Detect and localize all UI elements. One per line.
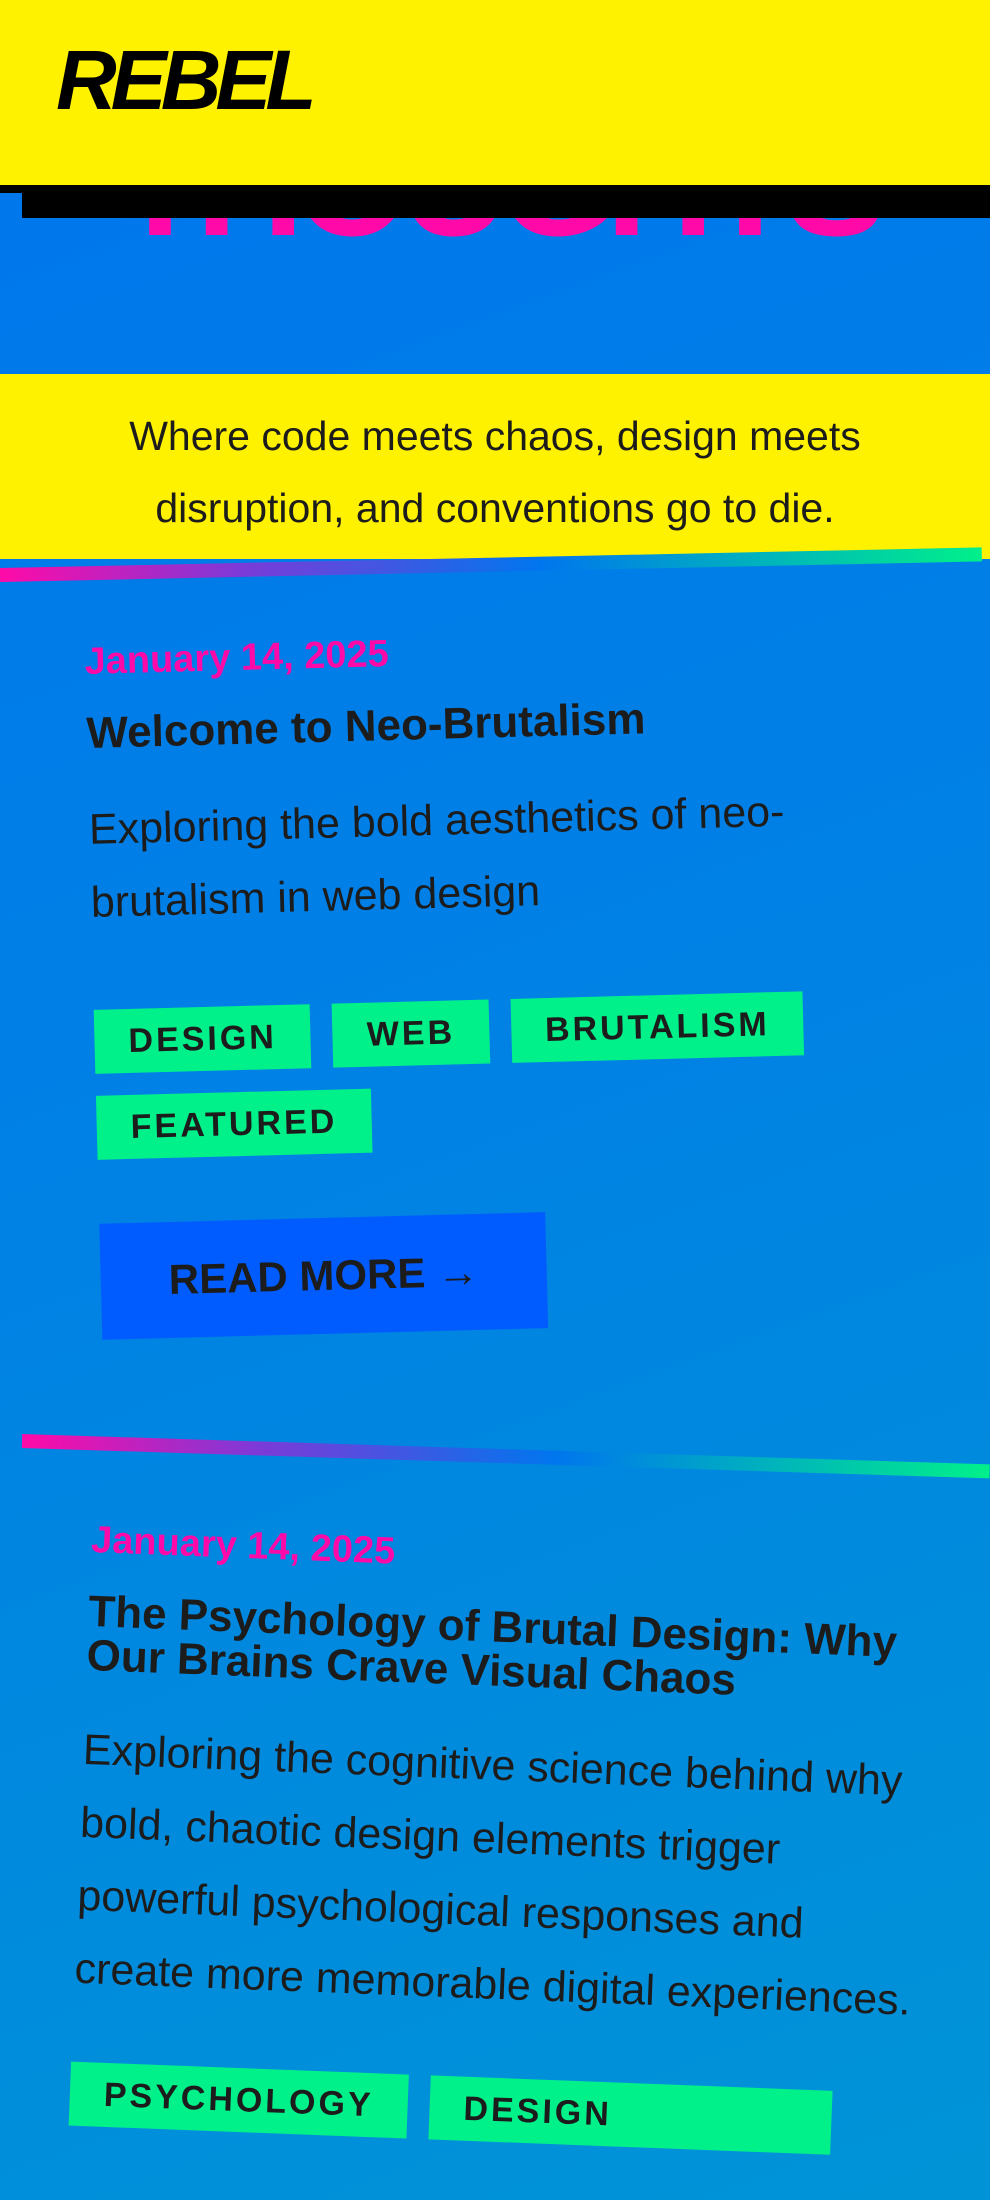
- header-shadow: [22, 190, 990, 218]
- post-tags: PSYCHOLOGY DESIGN: [68, 2061, 871, 2156]
- gradient-divider: [21, 1434, 990, 1479]
- tag-featured[interactable]: FEATURED: [95, 1088, 373, 1160]
- post-card: January 14, 2025 The Psychology of Bruta…: [68, 1518, 922, 2157]
- tag-brutalism[interactable]: BRUTALISM: [510, 990, 805, 1063]
- post-date: January 14, 2025: [90, 1518, 396, 1573]
- post-card: January 14, 2025 Welcome to Neo-Brutalis…: [84, 619, 922, 1340]
- tag-web[interactable]: WEB: [331, 999, 490, 1068]
- header-border: [0, 185, 990, 193]
- hero-tagline: Where code meets chaos, design meets dis…: [129, 413, 861, 531]
- post-date: January 14, 2025: [84, 633, 390, 683]
- read-more-button[interactable]: READ MORE →: [99, 1211, 549, 1340]
- post-title[interactable]: Welcome to Neo-Brutalism: [86, 690, 907, 758]
- tag-design[interactable]: DESIGN: [93, 1003, 312, 1074]
- post-title[interactable]: The Psychology of Brutal Design: Why Our…: [86, 1587, 919, 1710]
- post-excerpt: Exploring the cognitive science behind w…: [73, 1725, 912, 2025]
- post-tags: DESIGN WEB BRUTALISM FEATURED: [93, 989, 898, 1160]
- post-excerpt: Exploring the bold aesthetics of neo-bru…: [88, 787, 785, 927]
- site-logo[interactable]: REBEL: [56, 38, 317, 122]
- tag-psychology[interactable]: PSYCHOLOGY: [68, 2061, 409, 2139]
- site-header: REBEL: [0, 0, 990, 185]
- tag-design[interactable]: DESIGN: [428, 2075, 833, 2155]
